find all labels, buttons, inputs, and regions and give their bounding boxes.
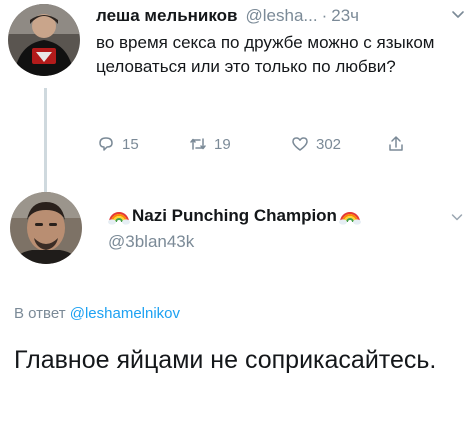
heart-icon (292, 137, 308, 151)
author-name[interactable]: леша мельников (96, 6, 238, 26)
reply-display-name-row[interactable]: Nazi Punching Champion (108, 204, 464, 228)
author-handle[interactable]: @lesha... (246, 6, 318, 26)
retweet-count: 19 (214, 135, 231, 153)
tweet-menu-chevron[interactable] (450, 6, 466, 22)
like-button[interactable]: 302 (290, 134, 341, 154)
tweet-timestamp[interactable]: 23ч (331, 6, 359, 26)
share-button[interactable] (386, 134, 412, 154)
retweet-icon (190, 138, 206, 150)
author-avatar-image (8, 4, 80, 76)
reply-menu-chevron[interactable] (450, 210, 464, 224)
tweet-header: леша мельников @lesha... · 23ч (96, 4, 466, 28)
share-icon (389, 136, 403, 151)
replying-to-line: В ответ @leshamelnikov (14, 305, 180, 322)
reply-header: Nazi Punching Champion @3blan43k (108, 204, 464, 252)
like-count: 302 (316, 135, 342, 153)
reply-display-name[interactable]: Nazi Punching Champion (132, 206, 337, 226)
chevron-down-icon (451, 214, 463, 221)
header-separator: · (321, 6, 328, 25)
retweet-button[interactable]: 19 (188, 134, 231, 154)
replying-to-mention[interactable]: @leshamelnikov (70, 305, 180, 322)
reply-author-handle[interactable]: @3blan43k (108, 232, 464, 252)
author-avatar[interactable] (8, 4, 80, 76)
tweet-text: во время секса по дружбе можно с языком … (96, 33, 435, 76)
rainbow-icon (108, 207, 130, 225)
tweet-actions: 15 19 302 (96, 134, 426, 160)
reply-author-avatar-image (10, 192, 82, 264)
reply-button[interactable]: 15 (96, 134, 139, 154)
reply-author-avatar[interactable] (10, 192, 82, 264)
chevron-down-icon (452, 11, 464, 18)
reply-tweet-text: Главное яйцами не соприкасайтесь. (14, 346, 437, 374)
rainbow-icon (338, 207, 361, 225)
original-tweet[interactable]: леша мельников @lesha... · 23ч во время … (96, 4, 466, 79)
reply-icon (99, 137, 113, 151)
replying-to-label: В ответ (14, 305, 66, 322)
thread-connector-line (44, 88, 47, 196)
reply-count: 15 (122, 135, 139, 153)
